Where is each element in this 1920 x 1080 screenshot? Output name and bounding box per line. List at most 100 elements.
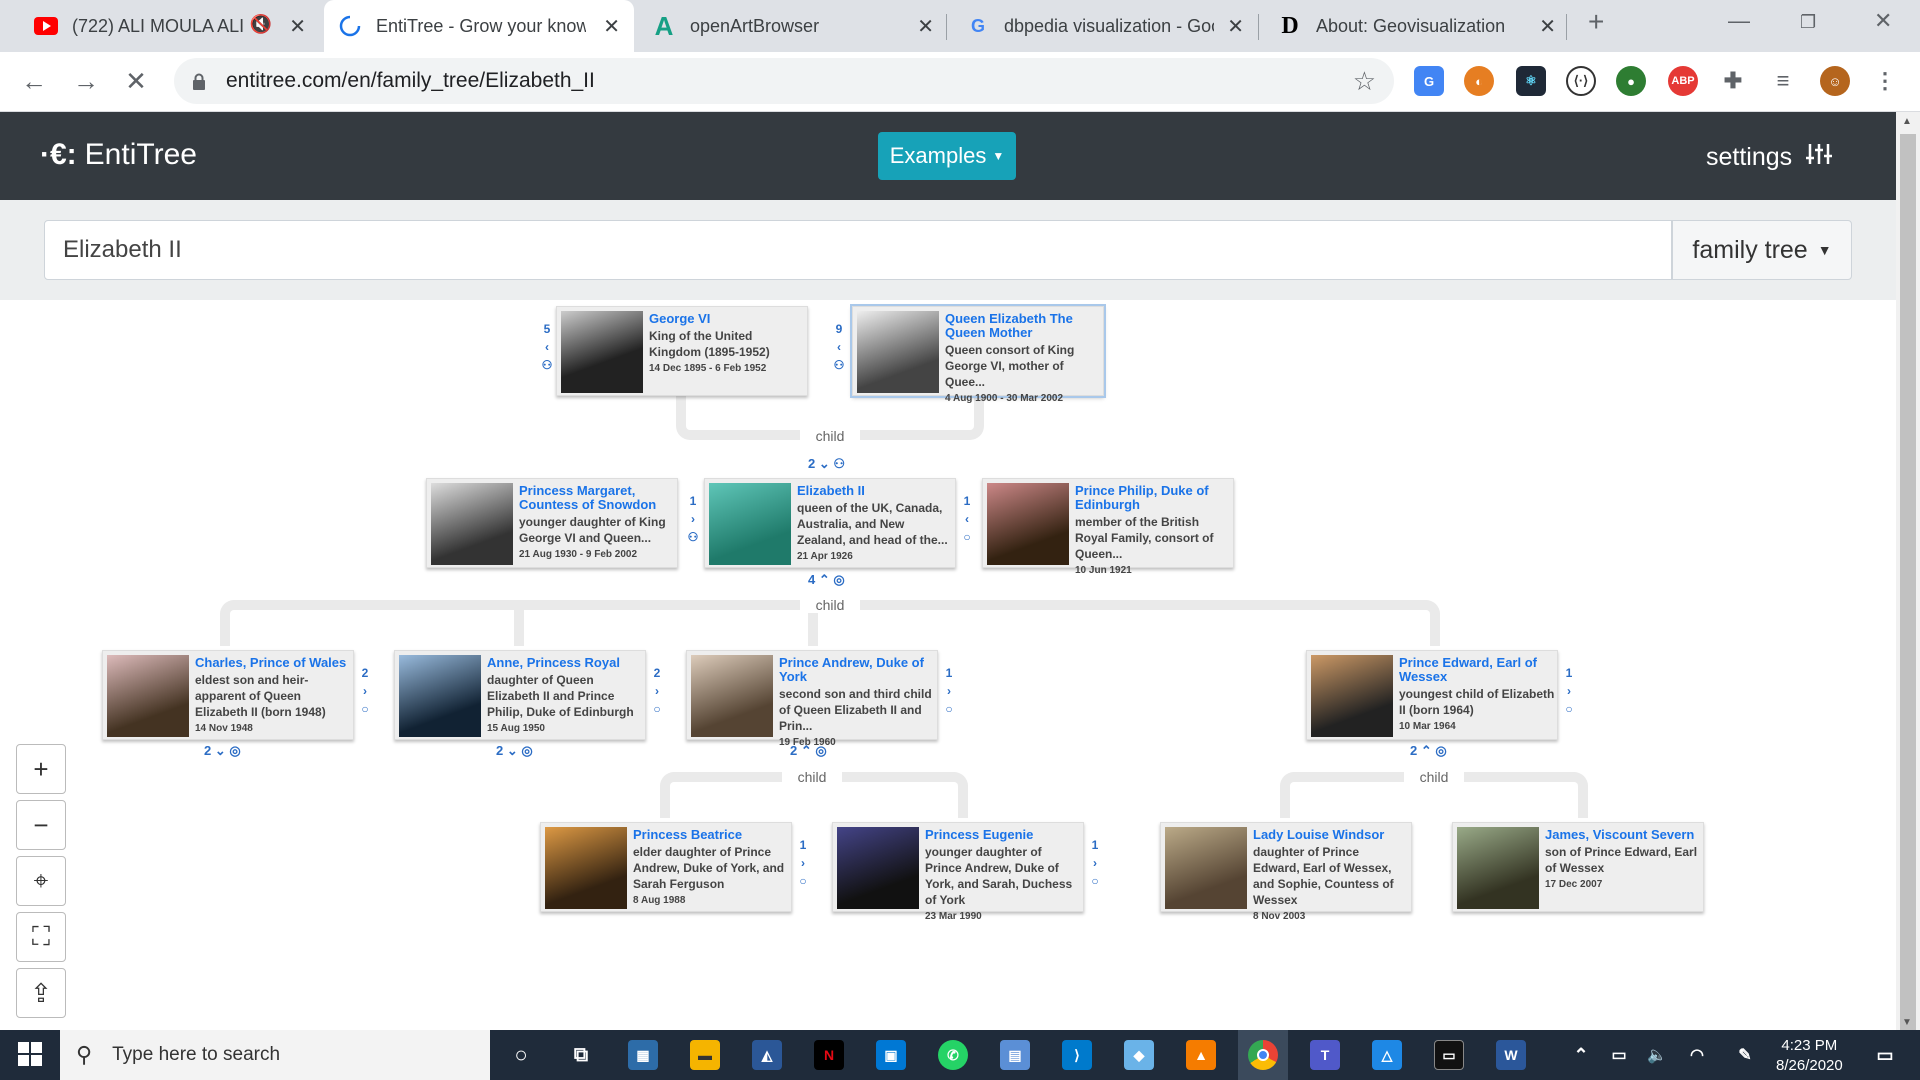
person-name[interactable]: Princess Margaret, Countess of Snowdon — [519, 483, 656, 512]
children-toggle[interactable]: 2 ⌄ ⚇ — [808, 456, 845, 472]
spouses-toggle[interactable]: 1 › ○ — [1562, 664, 1576, 718]
children-toggle[interactable]: 1 › ⚇ — [686, 492, 700, 546]
wifi-icon[interactable]: ◠ — [1682, 1040, 1712, 1070]
adblock-icon[interactable]: ABP — [1668, 66, 1698, 96]
person-card-james[interactable]: James, Viscount Severn son of Prince Edw… — [1452, 822, 1704, 912]
restore-icon[interactable]: ❐ — [1800, 12, 1816, 33]
person-name[interactable]: Anne, Princess Royal — [487, 655, 620, 670]
spouses-toggle[interactable]: 1 › ○ — [796, 836, 810, 890]
netflix-icon[interactable]: N — [814, 1040, 844, 1070]
children-toggle[interactable]: 2 ⌄ ◎ — [496, 743, 533, 759]
brand-logo[interactable]: ·€: EntiTree — [40, 138, 197, 172]
recenter-button[interactable]: ⌖ — [16, 856, 66, 906]
chrome-icon[interactable] — [1248, 1040, 1278, 1070]
notifications-icon[interactable]: ▭ — [1870, 1040, 1900, 1070]
volume-icon[interactable]: 🔈 — [1642, 1040, 1672, 1070]
file-explorer-icon[interactable]: ▬ — [690, 1040, 720, 1070]
tab-dbpedia[interactable]: D About: Geovisualization ✕ — [1264, 0, 1570, 52]
person-card-beatrice[interactable]: Princess Beatrice elder daughter of Prin… — [540, 822, 792, 912]
scroll-down-icon[interactable]: ▼ — [1902, 1017, 1912, 1028]
person-card-louise[interactable]: Lady Louise Windsor daughter of Prince E… — [1160, 822, 1412, 922]
spouses-toggle[interactable]: 1 › ○ — [942, 664, 956, 718]
family-tree-canvas[interactable]: child child child child George VI King o… — [0, 300, 1896, 1030]
minimize-icon[interactable]: — — [1728, 8, 1750, 34]
examples-dropdown-button[interactable]: Examples ▼ — [878, 132, 1016, 180]
menu-kebab-icon[interactable]: ⋮ — [1870, 66, 1900, 96]
teams-icon[interactable]: T — [1310, 1040, 1340, 1070]
person-card-princess-margaret[interactable]: Princess Margaret, Countess of Snowdon y… — [426, 478, 678, 568]
bookmark-star-icon[interactable]: ☆ — [1353, 66, 1376, 97]
person-card-eugenie[interactable]: Princess Eugenie younger daughter of Pri… — [832, 822, 1084, 922]
person-card-prince-philip[interactable]: Prince Philip, Duke of Edinburgh member … — [982, 478, 1234, 576]
spouses-toggle[interactable]: 2 › ○ — [650, 664, 664, 718]
cortana-icon[interactable]: ○ — [506, 1040, 536, 1070]
person-card-george-vi[interactable]: George VI King of the United Kingdom (18… — [556, 306, 808, 396]
word-icon[interactable]: W — [1496, 1040, 1526, 1070]
windows-start-icon[interactable] — [18, 1042, 42, 1071]
person-card-elizabeth-ii[interactable]: Elizabeth II queen of the UK, Canada, Au… — [704, 478, 956, 568]
scrollbar-thumb[interactable] — [1900, 134, 1916, 1038]
globe-extension-icon[interactable]: ● — [1616, 66, 1646, 96]
close-tab-icon[interactable]: ✕ — [1539, 14, 1556, 39]
react-devtools-icon[interactable]: ⚛ — [1516, 66, 1546, 96]
entity-search-input[interactable]: Elizabeth II — [44, 220, 1672, 280]
person-card-edward[interactable]: Prince Edward, Earl of Wessex youngest c… — [1306, 650, 1558, 740]
person-name[interactable]: Queen Elizabeth The Queen Mother — [945, 311, 1073, 340]
person-name[interactable]: Princess Beatrice — [633, 827, 742, 842]
tab-google[interactable]: G dbpedia visualization - Goo ✕ — [952, 0, 1258, 52]
parents-toggle[interactable]: 5 ‹ ⚇ — [540, 320, 554, 374]
whatsapp-icon[interactable]: ✆ — [938, 1040, 968, 1070]
extension-icon[interactable]: ⟨·⟩ — [1566, 66, 1596, 96]
person-name[interactable]: Princess Eugenie — [925, 827, 1033, 842]
zoom-out-button[interactable]: − — [16, 800, 66, 850]
vscode-icon[interactable]: ⟩ — [1062, 1040, 1092, 1070]
tab-entitree[interactable]: EntiTree - Grow your knowl ✕ — [324, 0, 634, 52]
url-field[interactable]: entitree.com/en/family_tree/Elizabeth_II… — [174, 58, 1394, 104]
extension-icon[interactable]: ◐ — [1464, 66, 1494, 96]
extensions-puzzle-icon[interactable]: ✚ — [1718, 66, 1748, 96]
page-scrollbar[interactable]: ▲ ▼ — [1896, 112, 1920, 1038]
close-tab-icon[interactable]: ✕ — [1227, 14, 1244, 39]
taskbar-search-box[interactable]: ⚲ Type here to search — [60, 1030, 490, 1080]
zoom-in-button[interactable]: + — [16, 744, 66, 794]
fullscreen-button[interactable]: ⛶ — [16, 912, 66, 962]
children-toggle[interactable]: 4 ⌃ ◎ — [808, 572, 845, 588]
close-tab-icon[interactable]: ✕ — [917, 14, 934, 39]
new-tab-icon[interactable]: + — [1588, 6, 1604, 38]
media-control-icon[interactable]: ≡ — [1768, 66, 1798, 96]
person-card-queen-mother[interactable]: Queen Elizabeth The Queen Mother Queen c… — [852, 306, 1104, 404]
pen-icon[interactable]: ✎ — [1730, 1040, 1760, 1070]
mute-icon[interactable]: 🔇 — [250, 14, 272, 35]
store-icon[interactable]: ▣ — [876, 1040, 906, 1070]
tree-type-select[interactable]: family tree ▼ — [1672, 220, 1852, 280]
tray-chevron-icon[interactable]: ⌃ — [1566, 1040, 1596, 1070]
scroll-up-icon[interactable]: ▲ — [1902, 116, 1912, 127]
person-name[interactable]: Elizabeth II — [797, 483, 865, 498]
battery-icon[interactable]: ▭ — [1604, 1040, 1634, 1070]
vlc-icon[interactable]: ▲ — [1186, 1040, 1216, 1070]
person-card-anne[interactable]: Anne, Princess Royal daughter of Queen E… — [394, 650, 646, 740]
person-name[interactable]: George VI — [649, 311, 710, 326]
app-icon[interactable]: ◆ — [1124, 1040, 1154, 1070]
stop-loading-icon[interactable]: ✕ — [120, 66, 152, 97]
app-icon[interactable]: △ — [1372, 1040, 1402, 1070]
forward-icon[interactable]: → — [70, 66, 102, 97]
person-name[interactable]: Charles, Prince of Wales — [195, 655, 346, 670]
children-toggle[interactable]: 2 ⌃ ◎ — [1410, 743, 1447, 759]
tab-youtube[interactable]: (722) ALI MOULA ALI M 🔇 ✕ — [20, 0, 320, 52]
share-button[interactable]: ⇪ — [16, 968, 66, 1018]
close-tab-icon[interactable]: ✕ — [289, 14, 306, 39]
person-card-charles[interactable]: Charles, Prince of Wales eldest son and … — [102, 650, 354, 740]
close-window-icon[interactable]: ✕ — [1874, 8, 1892, 34]
person-card-andrew[interactable]: Prince Andrew, Duke of York second son a… — [686, 650, 938, 748]
children-toggle[interactable]: 2 ⌃ ◎ — [790, 743, 827, 759]
translate-extension-icon[interactable]: G — [1414, 66, 1444, 96]
app-icon[interactable]: ▤ — [1000, 1040, 1030, 1070]
person-name[interactable]: Prince Philip, Duke of Edinburgh — [1075, 483, 1209, 512]
terminal-icon[interactable]: ▭ — [1434, 1040, 1464, 1070]
parents-toggle[interactable]: 9 ‹ ⚇ — [832, 320, 846, 374]
person-name[interactable]: Prince Andrew, Duke of York — [779, 655, 924, 684]
close-tab-icon[interactable]: ✕ — [603, 14, 620, 39]
task-view-icon[interactable]: ⧉ — [566, 1040, 596, 1070]
app-icon[interactable]: ▦ — [628, 1040, 658, 1070]
